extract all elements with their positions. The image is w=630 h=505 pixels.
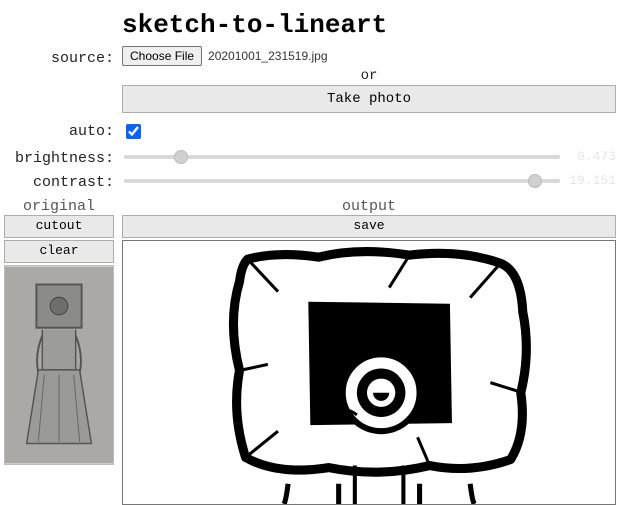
save-button[interactable]: save — [122, 215, 616, 238]
auto-label: auto: — [4, 119, 114, 144]
auto-checkbox[interactable] — [126, 124, 141, 139]
source-label: source: — [4, 46, 114, 68]
clear-button[interactable]: clear — [4, 240, 114, 263]
output-canvas — [122, 240, 616, 505]
or-label: or — [122, 68, 616, 85]
cutout-button[interactable]: cutout — [4, 215, 114, 238]
original-thumbnail — [4, 265, 114, 465]
page-title: sketch-to-lineart — [122, 10, 616, 40]
choose-file-button[interactable]: Choose File — [122, 46, 202, 66]
brightness-label: brightness: — [4, 146, 114, 168]
contrast-value: 19.151 — [568, 173, 616, 188]
contrast-slider[interactable] — [124, 172, 560, 190]
brightness-slider[interactable] — [124, 148, 560, 166]
brightness-value: 0.473 — [568, 149, 616, 164]
take-photo-button[interactable]: Take photo — [122, 85, 616, 113]
original-heading: original — [4, 198, 114, 215]
output-heading: output — [122, 198, 616, 215]
chosen-filename: 20201001_231519.jpg — [208, 49, 327, 63]
contrast-label: contrast: — [4, 170, 114, 192]
